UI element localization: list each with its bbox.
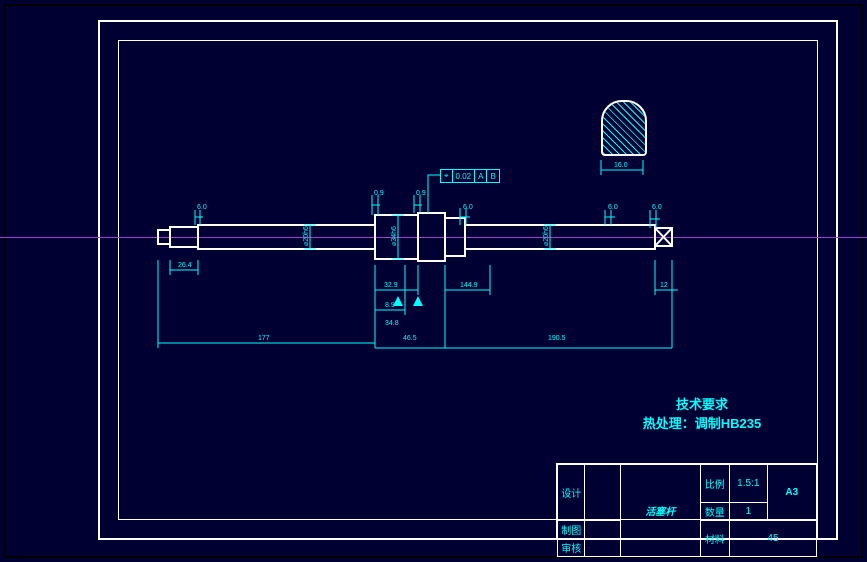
dim: 177 bbox=[258, 335, 270, 342]
dim: 8.9 bbox=[385, 302, 395, 309]
qty-label: 数量 bbox=[700, 503, 729, 521]
dim: 144.9 bbox=[460, 282, 478, 289]
tech-title: 技术要求 bbox=[612, 394, 792, 413]
dim: 6.0 bbox=[608, 204, 618, 211]
dim: 6.0 bbox=[652, 204, 662, 211]
dim: 34.8 bbox=[385, 320, 399, 327]
dim: 6.0 bbox=[463, 204, 473, 211]
dim: 46.5 bbox=[403, 335, 417, 342]
dim: 12 bbox=[660, 282, 668, 289]
dim: 0.9 bbox=[374, 190, 384, 197]
dim: 0.9 bbox=[416, 190, 426, 197]
sheet-size: A3 bbox=[767, 465, 816, 521]
dim: 6.0 bbox=[197, 204, 207, 211]
part-name: 活塞杆 bbox=[620, 465, 700, 557]
gtol-datum-a: A bbox=[475, 170, 487, 182]
cross-section-view bbox=[601, 100, 647, 156]
drawn-label: 制图 bbox=[558, 521, 585, 539]
dim: 32.9 bbox=[384, 282, 398, 289]
material-value: 45 bbox=[729, 521, 816, 557]
dim: ⌀20h6 bbox=[542, 226, 550, 246]
gtol-frame: ⌖ 0.02 A B bbox=[440, 169, 500, 183]
material-label: 材料 bbox=[700, 521, 729, 557]
gtol-datum-b: B bbox=[487, 170, 498, 182]
dim: 16.0 bbox=[614, 162, 628, 169]
design-label: 设计 bbox=[558, 465, 585, 521]
dim: ⌀34h6 bbox=[390, 226, 398, 246]
scale-label: 比例 bbox=[700, 465, 729, 503]
title-block: 设计 活塞杆 比例 1.5:1 A3 数量 1 制图 材料 45 审核 bbox=[556, 463, 818, 540]
dim: ⌀20h6 bbox=[302, 226, 310, 246]
scale-value: 1.5:1 bbox=[729, 465, 767, 503]
gtol-symbol: ⌖ bbox=[441, 170, 453, 182]
dim: 190.5 bbox=[548, 335, 566, 342]
tech-note: 热处理：调制HB235 bbox=[612, 413, 792, 432]
qty-value: 1 bbox=[729, 503, 767, 521]
dim: 26.4 bbox=[178, 262, 192, 269]
technical-requirements: 技术要求 热处理：调制HB235 bbox=[612, 394, 792, 432]
gtol-value: 0.02 bbox=[453, 170, 476, 182]
check-label: 审核 bbox=[558, 539, 585, 557]
